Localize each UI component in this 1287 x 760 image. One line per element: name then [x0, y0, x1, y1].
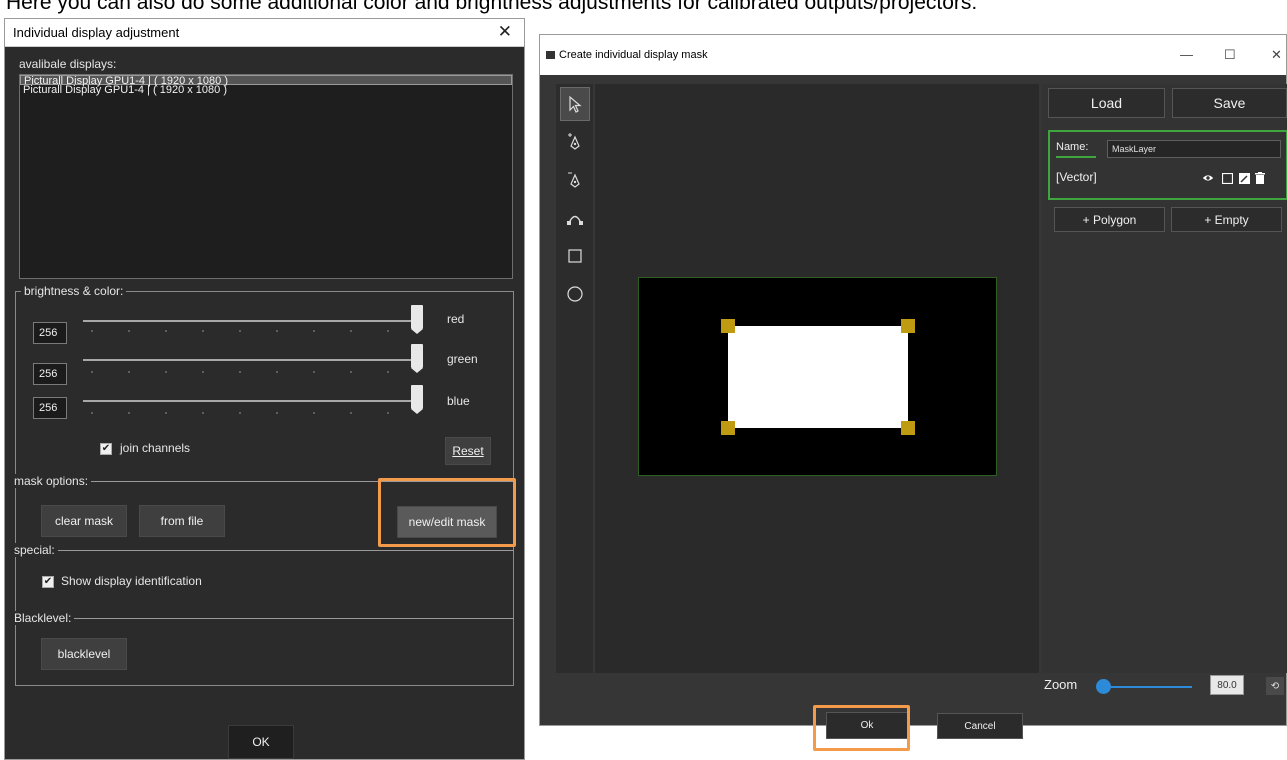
layer-item[interactable]: Name: MaskLayer [Vector]	[1048, 130, 1287, 200]
join-channels-label: join channels	[120, 441, 191, 455]
zoom-slider-thumb[interactable]	[1096, 679, 1111, 694]
corner-handle[interactable]	[721, 319, 735, 333]
red-label: red	[447, 312, 465, 326]
mask-shape[interactable]	[728, 326, 908, 428]
from-file-button[interactable]: from file	[139, 505, 225, 537]
mask-group-title: mask options:	[11, 474, 92, 488]
window-titlebar: Create individual display mask	[540, 35, 1286, 75]
green-value-input[interactable]: 256	[33, 363, 67, 385]
blacklevel-button[interactable]: blacklevel	[41, 638, 127, 670]
zoom-slider-track[interactable]	[1102, 686, 1192, 688]
close-icon[interactable]: ✕	[498, 22, 512, 42]
green-label: green	[447, 352, 478, 366]
tool-palette	[556, 84, 593, 673]
layer-name-input[interactable]: MaskLayer	[1107, 140, 1281, 158]
zoom-reset-icon[interactable]: ⟲	[1266, 677, 1284, 695]
corner-handle[interactable]	[901, 421, 915, 435]
green-slider-ticks	[83, 371, 423, 373]
red-value-input[interactable]: 256	[33, 322, 67, 344]
clear-mask-button[interactable]: clear mask	[41, 505, 127, 537]
displays-label: avalibale displays:	[19, 57, 117, 71]
layers-panel: Load Save Name: MaskLayer [Vector] + Pol…	[1042, 84, 1287, 673]
window-titlebar: Individual display adjustment ✕	[5, 19, 524, 47]
brightness-group-title: brightness & color:	[21, 284, 127, 298]
close-icon[interactable]: ✕	[1271, 47, 1282, 63]
cancel-button[interactable]: Cancel	[937, 713, 1023, 739]
ok-button[interactable]: OK	[228, 725, 294, 759]
green-slider-track[interactable]	[83, 359, 423, 361]
window-title: Individual display adjustment	[13, 25, 180, 40]
blue-slider-thumb[interactable]	[411, 385, 423, 414]
blue-label: blue	[447, 394, 470, 408]
maximize-icon[interactable]: ☐	[1224, 47, 1236, 63]
create-display-mask-window: Create individual display mask — ☐ ✕ Loa…	[539, 34, 1287, 739]
individual-display-adjustment-window: Individual display adjustment ✕ avalibal…	[4, 18, 525, 760]
blacklevel-divider	[15, 618, 514, 619]
name-underline	[1056, 156, 1096, 158]
red-slider-ticks	[83, 330, 423, 332]
rectangle-icon[interactable]	[560, 239, 590, 273]
checkbox-icon[interactable]	[1221, 172, 1233, 184]
red-slider-thumb[interactable]	[411, 305, 423, 334]
list-item[interactable]: Picturall Display GPU1-4 | ( 1920 x 1080…	[20, 85, 512, 96]
layer-type-label: [Vector]	[1056, 170, 1097, 184]
corner-handle[interactable]	[721, 421, 735, 435]
load-button[interactable]: Load	[1048, 88, 1165, 118]
show-display-id-checkbox[interactable]: ✔	[42, 576, 54, 588]
app-icon	[546, 51, 555, 59]
eye-icon[interactable]	[1202, 172, 1214, 184]
layer-name-label: Name:	[1056, 141, 1089, 153]
blacklevel-group-title: Blacklevel:	[11, 611, 75, 625]
green-slider-thumb[interactable]	[411, 344, 423, 373]
pen-add-icon[interactable]	[560, 125, 590, 159]
special-divider	[15, 550, 514, 551]
red-slider-track[interactable]	[83, 320, 423, 322]
special-group-title: special:	[11, 543, 58, 557]
zoom-label: Zoom	[1044, 677, 1078, 692]
caption-text: Here you can also do some additional col…	[6, 0, 978, 14]
blue-value-input[interactable]: 256	[33, 397, 67, 419]
add-empty-button[interactable]: + Empty	[1171, 207, 1282, 232]
save-button[interactable]: Save	[1172, 88, 1287, 118]
pen-remove-icon[interactable]	[560, 163, 590, 197]
circle-icon[interactable]	[560, 277, 590, 311]
window-title: Create individual display mask	[559, 49, 708, 61]
show-display-id-label: Show display identification	[61, 574, 202, 588]
highlight-box	[378, 478, 516, 547]
corner-handle[interactable]	[901, 319, 915, 333]
blue-slider-track[interactable]	[83, 400, 423, 402]
trash-icon[interactable]	[1254, 172, 1266, 184]
blue-slider-ticks	[83, 412, 423, 414]
add-polygon-button[interactable]: + Polygon	[1054, 207, 1165, 232]
select-arrow-icon[interactable]	[560, 87, 590, 121]
curve-icon[interactable]	[560, 201, 590, 235]
edit-icon[interactable]	[1238, 172, 1250, 184]
displays-list[interactable]: Picturall Display GPU1-4 | ( 1920 x 1080…	[19, 74, 513, 279]
join-channels-checkbox[interactable]: ✔	[100, 443, 112, 455]
zoom-value-input[interactable]: 80.0	[1210, 675, 1244, 695]
minimize-icon[interactable]: —	[1180, 47, 1193, 62]
highlight-box	[813, 705, 910, 751]
reset-button[interactable]: Reset	[445, 437, 491, 465]
